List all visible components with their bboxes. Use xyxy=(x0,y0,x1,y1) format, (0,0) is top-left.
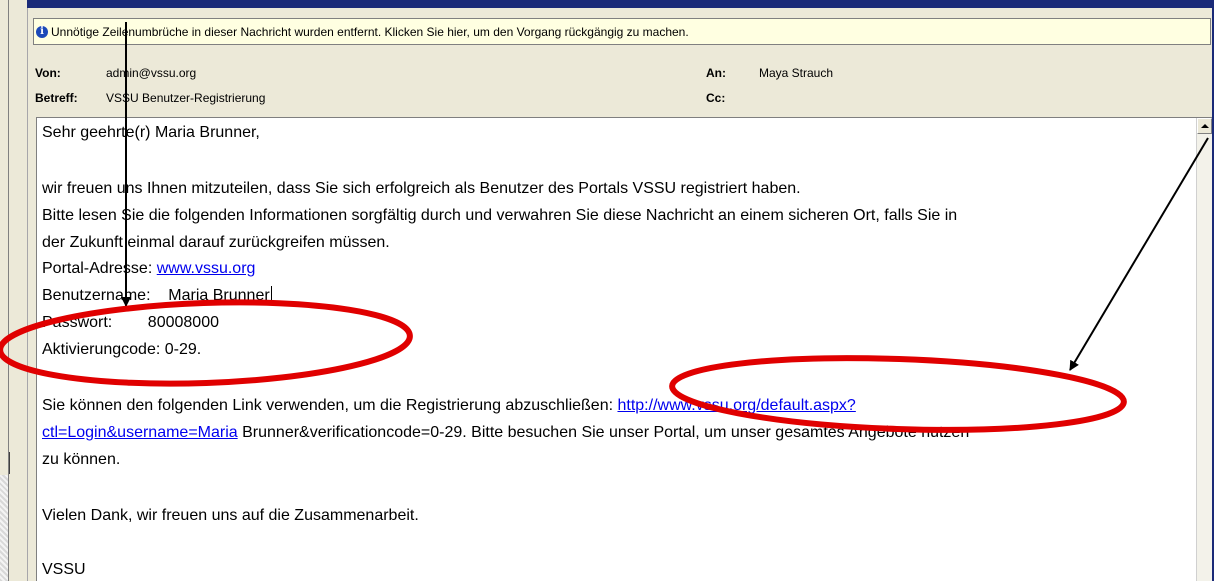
thanks-line: Vielen Dank, wir freuen uns auf die Zusa… xyxy=(42,507,419,524)
body-line-1: wir freuen uns Ihnen mitzuteilen, dass S… xyxy=(42,180,801,197)
portal-link[interactable]: www.vssu.org xyxy=(157,260,256,277)
username-line: Benutzername: Maria Brunner xyxy=(42,286,272,305)
body-line-2: Bitte lesen Sie die folgenden Informatio… xyxy=(42,207,958,224)
info-bar[interactable]: i Unnötige Zeilenumbrüche in dieser Nach… xyxy=(33,18,1211,45)
frame-line xyxy=(8,0,9,581)
body-line-3: der Zukunft einmal darauf zurückgreifen … xyxy=(42,234,390,251)
greeting-line: Sehr geehrte(r) Maria Brunner, xyxy=(42,124,260,141)
link-line-1: Sie können den folgenden Link verwenden,… xyxy=(42,396,856,415)
cc-label: Cc: xyxy=(706,91,726,105)
to-label: An: xyxy=(706,66,726,80)
link-line-3: zu können. xyxy=(42,451,121,468)
registration-link-part1[interactable]: http://www.vssu.org/default.aspx? xyxy=(617,397,855,414)
scroll-up-arrow-icon[interactable] xyxy=(1197,118,1212,134)
link-intro: Sie können den folgenden Link verwenden,… xyxy=(42,397,618,414)
window-left-frame xyxy=(0,0,28,581)
resize-grip[interactable] xyxy=(0,475,8,581)
registration-link-part2[interactable]: ctl=Login&username=Maria xyxy=(42,424,238,441)
subject-value: VSSU Benutzer-Registrierung xyxy=(106,91,266,105)
info-icon: i xyxy=(36,25,48,38)
text-cursor xyxy=(270,286,272,303)
link-line-2: ctl=Login&username=Maria Brunner&verific… xyxy=(42,423,969,442)
password-line: Passwort: 80008000 xyxy=(42,314,219,331)
vertical-scrollbar[interactable] xyxy=(1196,118,1212,581)
portal-label: Portal-Adresse: xyxy=(42,260,157,277)
info-bar-text[interactable]: Unnötige Zeilenumbrüche in dieser Nachri… xyxy=(51,25,689,39)
window-top-border xyxy=(27,0,1214,8)
from-label: Von: xyxy=(35,66,61,80)
activation-line: Aktivierungcode: 0-29. xyxy=(42,341,202,358)
to-value[interactable]: Maya Strauch xyxy=(759,66,833,80)
link-rest: Brunner&verificationcode=0-29. Bitte bes… xyxy=(237,424,970,441)
signature-line: VSSU xyxy=(42,561,86,578)
subject-label: Betreff: xyxy=(35,91,78,105)
from-value[interactable]: admin@vssu.org xyxy=(106,66,196,80)
splitter-handle[interactable] xyxy=(9,452,10,474)
portal-line: Portal-Adresse: www.vssu.org xyxy=(42,259,255,278)
username-text: Benutzername: Maria Brunner xyxy=(42,287,270,304)
